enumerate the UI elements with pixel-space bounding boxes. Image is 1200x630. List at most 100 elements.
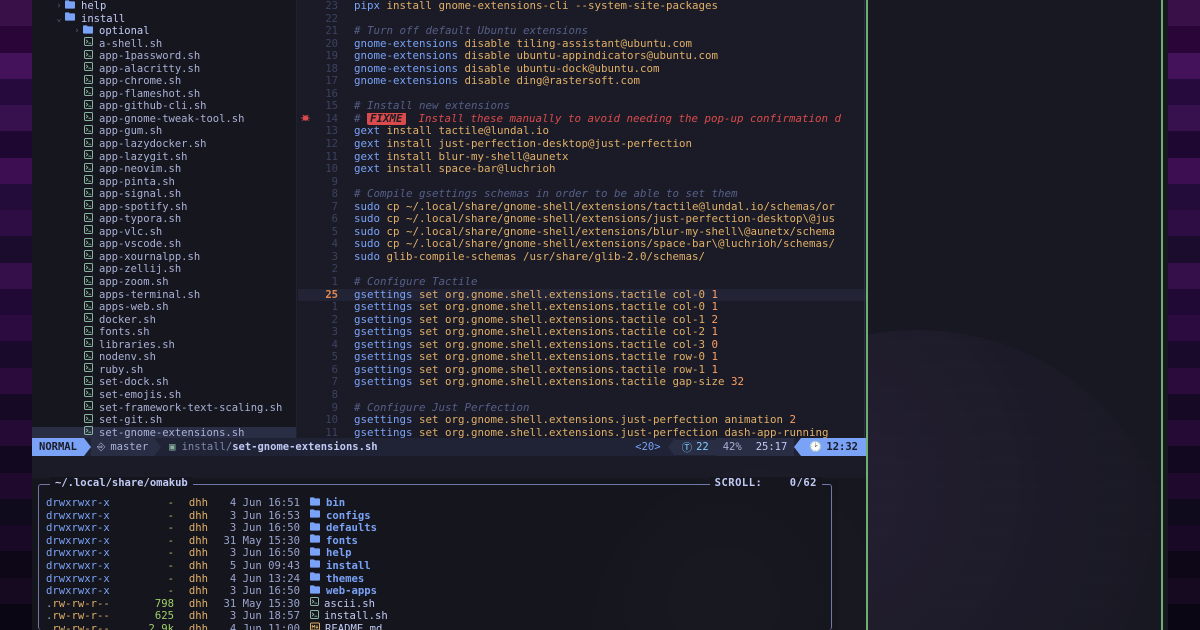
file-owner: dhh [188,509,208,522]
tree-item-app-chrome-sh[interactable]: ›app-chrome.sh [32,74,296,88]
tree-item-app-zoom-sh[interactable]: ›app-zoom.sh [32,275,296,289]
terminal-window[interactable]: ~/.local/share/omakub SCROLL: 0/62 drwxr… [32,470,922,630]
code-line[interactable]: 10 gsettings set org.gnome.shell.extensio… [298,414,866,427]
code-line[interactable]: 13 gext install tactile@lundal.io [298,125,866,138]
code-line[interactable]: 5 sudo cp ~/.local/share/gnome-shell/exte… [298,226,866,239]
tree-item-app-1password-sh[interactable]: ›app-1password.sh [32,49,296,63]
tree-item-app-vlc-sh[interactable]: ›app-vlc.sh [32,225,296,239]
tree-item-app-zellij-sh[interactable]: ›app-zellij.sh [32,262,296,276]
code-line[interactable]: 3 sudo glib-compile-schemas /usr/share/gl… [298,251,866,264]
code-line[interactable]: 21 # Turn off default Ubuntu extensions [298,25,866,38]
tree-item-app-gum-sh[interactable]: ›app-gum.sh [32,124,296,138]
code-line[interactable]: 19 gnome-extensions disable ubuntu-appind… [298,50,866,63]
tree-item-help[interactable]: › help [32,0,296,13]
tree-item-install[interactable]: ⌄ install [32,12,296,26]
code-line[interactable]: 7 gsettings set org.gnome.shell.extension… [298,376,866,389]
code-text: gsettings set org.gnome.shell.extensions… [346,339,718,352]
code-line[interactable]: 7 sudo cp ~/.local/share/gnome-shell/exte… [298,201,866,214]
chevron-down-icon[interactable]: ⌄ [54,13,64,26]
tree-item-set-framework-text-scaling-sh[interactable]: ›set-framework-text-scaling.sh [32,401,296,415]
code-lines[interactable]: 23 pipx install gnome-extensions-cli --sy… [298,0,866,452]
tree-item-ruby-sh[interactable]: ›ruby.sh [32,363,296,377]
code-line[interactable]: 1 # Configure Tactile [298,276,866,289]
code-line[interactable]: 12 gext install just-perfection-desktop@j… [298,138,866,151]
code-line[interactable]: 9 # Configure Just Perfection [298,402,866,415]
file-tree-sidebar[interactable]: ›help⌄install›optional›a-shell.sh›app-1p… [32,0,296,456]
tree-item-libraries-sh[interactable]: ›libraries.sh [32,338,296,352]
code-line[interactable]: 10 gext install space-bar@luchrioh [298,163,866,176]
tree-item-app-flameshot-sh[interactable]: ›app-flameshot.sh [32,87,296,101]
statusline-branch[interactable]: ⎆ master [90,438,155,456]
code-line[interactable]: 6 sudo cp ~/.local/share/gnome-shell/exte… [298,213,866,226]
tree-item-app-github-cli-sh[interactable]: ›app-github-cli.sh [32,99,296,113]
tree-item-app-neovim-sh[interactable]: ›app-neovim.sh [32,162,296,176]
token-cmd: gsettings [354,288,413,301]
statusline-selection-count: <20> [635,441,661,453]
tree-item-label: app-github-cli.sh [99,100,207,113]
code-line[interactable]: 18 gnome-extensions disable ubuntu-dock@u… [298,63,866,76]
tree-item-app-gnome-tweak-tool-sh[interactable]: ›app-gnome-tweak-tool.sh [32,112,296,126]
sign-column [298,263,312,276]
code-line[interactable]: 2 gsettings set org.gnome.shell.extension… [298,314,866,327]
line-number: 22 [325,12,338,25]
code-line[interactable]: 4 sudo cp ~/.local/share/gnome-shell/exte… [298,238,866,251]
tree-item-app-pinta-sh[interactable]: ›app-pinta.sh [32,175,296,189]
sh-file-icon [82,325,95,340]
tree-item-app-typora-sh[interactable]: ›app-typora.sh [32,212,296,226]
code-line[interactable]: 4 gsettings set org.gnome.shell.extension… [298,339,866,352]
chevron-right-icon[interactable]: › [54,0,64,13]
file-modified: 31 May 15:30 [223,597,300,610]
tree-item-a-shell-sh[interactable]: ›a-shell.sh [32,37,296,51]
tree-item-set-git-sh[interactable]: ›set-git.sh [32,413,296,427]
token-cmt: # Configure Tactile [354,276,478,289]
chevron-right-icon[interactable]: › [72,25,82,38]
code-line[interactable]: 14 # FIXME Install these manually to avoi… [298,112,866,126]
code-line[interactable]: 9 [298,176,866,189]
file-modified: 4 Jun 13:24 [229,572,300,585]
tree-item-nodenv-sh[interactable]: ›nodenv.sh [32,350,296,364]
tree-item-app-alacritty-sh[interactable]: ›app-alacritty.sh [32,62,296,76]
code-line[interactable]: 8 [298,389,866,402]
editor-pane[interactable]: 23 pipx install gnome-extensions-cli --sy… [298,0,866,456]
line-number: 14 [325,112,338,125]
line-number: 9 [331,175,338,188]
code-line[interactable]: 3 gsettings set org.gnome.shell.extension… [298,326,866,339]
line-number: 16 [325,87,338,100]
code-line[interactable]: 8 # Compile gsettings schemas in order to… [298,188,866,201]
tree-item-fonts-sh[interactable]: ›fonts.sh [32,325,296,340]
file-tree-list[interactable]: ›help⌄install›optional›a-shell.sh›app-1p… [32,0,296,452]
tree-item-app-signal-sh[interactable]: ›app-signal.sh [32,187,296,201]
line-number: 10 [325,163,338,176]
tree-item-app-xournalpp-sh[interactable]: ›app-xournalpp.sh [32,250,296,264]
tree-item-docker-sh[interactable]: ›docker.sh [32,313,296,327]
statusline-diagnostics[interactable]: Ⓣ 22 [674,439,716,455]
code-line[interactable]: 6 gsettings set org.gnome.shell.extension… [298,364,866,377]
code-line[interactable]: 16 [298,88,866,101]
tree-item-app-spotify-sh[interactable]: ›app-spotify.sh [32,200,296,214]
code-line[interactable]: 25 gsettings set org.gnome.shell.extensio… [298,288,866,302]
file-permissions: drwxrwxr-x [46,585,110,598]
code-line[interactable]: 5 gsettings set org.gnome.shell.extension… [298,351,866,364]
tree-item-apps-web-sh[interactable]: ›apps-web.sh [32,300,296,314]
tree-item-set-emojis-sh[interactable]: ›set-emojis.sh [32,388,296,402]
code-line[interactable]: 15 # Install new extensions [298,100,866,113]
code-line[interactable]: 11 gext install blur-my-shell@aunetx [298,151,866,164]
code-line[interactable]: 17 gnome-extensions disable ding@rasterso… [298,75,866,88]
tree-item-label: set-dock.sh [99,376,169,389]
file-modified: 3 Jun 16:50 [229,547,300,560]
tree-item-label: app-neovim.sh [99,163,182,176]
code-text: sudo cp ~/.local/share/gnome-shell/exten… [346,213,835,226]
code-line[interactable]: 23 pipx install gnome-extensions-cli --sy… [298,0,866,13]
tree-item-set-dock-sh[interactable]: ›set-dock.sh [32,375,296,389]
tree-item-app-vscode-sh[interactable]: ›app-vscode.sh [32,237,296,251]
tree-item-app-lazydocker-sh[interactable]: ›app-lazydocker.sh [32,137,296,151]
token-num: 2 [789,414,797,427]
code-line[interactable]: 1 gsettings set org.gnome.shell.extension… [298,301,866,314]
tree-item-optional[interactable]: › optional [32,24,296,38]
code-line[interactable]: 22 [298,13,866,26]
code-line[interactable]: 20 gnome-extensions disable tiling-assist… [298,38,866,51]
tree-item-apps-terminal-sh[interactable]: ›apps-terminal.sh [32,288,296,302]
code-line[interactable]: 2 [298,263,866,276]
terminal-list-row: drwxrwxr-x - dhh 31 May 15:30 fonts [46,534,824,548]
tree-item-app-lazygit-sh[interactable]: ›app-lazygit.sh [32,150,296,164]
